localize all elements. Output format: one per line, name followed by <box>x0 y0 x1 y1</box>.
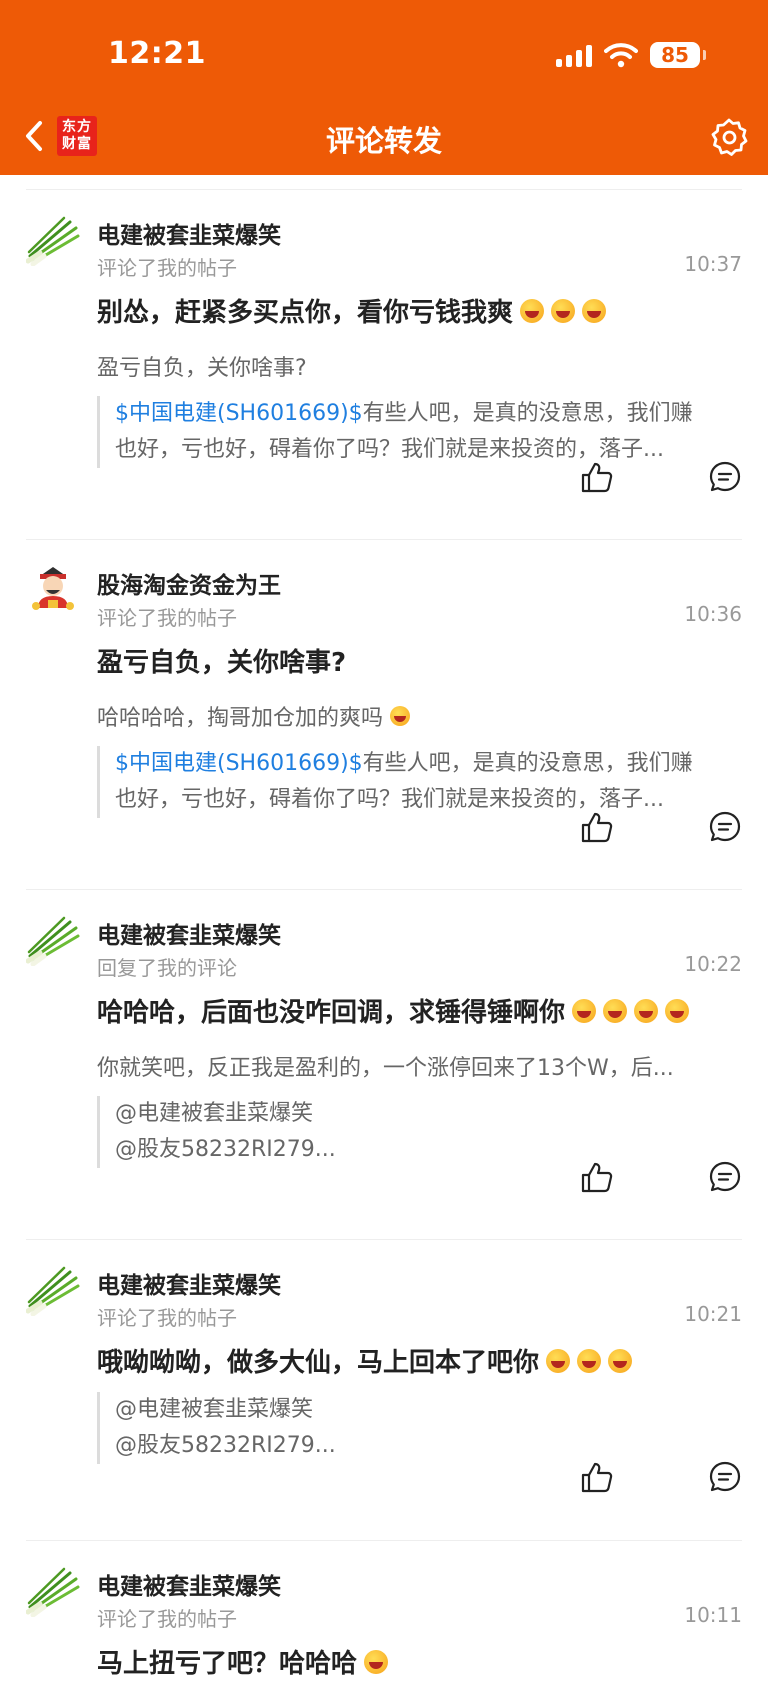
laughing-emoji-icon <box>364 1649 389 1674</box>
action-text: 评论了我的帖子 <box>97 1607 237 1631</box>
comment-text[interactable]: 盈亏自负，关你啥事? <box>97 642 346 679</box>
avatar[interactable] <box>26 1262 80 1316</box>
comment-text[interactable]: 哈哈哈，后面也没咋回调，求锤得锤啊你 <box>97 992 690 1029</box>
action-text: 评论了我的帖子 <box>97 606 237 630</box>
timestamp: 10:37 <box>684 252 742 276</box>
quoted-comment[interactable]: @电建被套韭菜爆笑 @股友58232RI279... <box>97 1392 742 1464</box>
page-title: 评论转发 <box>325 124 442 158</box>
username[interactable]: 电建被套韭菜爆笑 <box>97 916 281 950</box>
comment-text[interactable]: 哦呦呦呦，做多大仙，马上回本了吧你 <box>97 1342 633 1379</box>
crying-laughing-emoji-icon <box>665 998 690 1023</box>
stock-link[interactable]: $中国电建(SH601669)$ <box>115 401 363 426</box>
timestamp: 10:21 <box>684 1302 742 1326</box>
action-text: 评论了我的帖子 <box>97 1306 237 1330</box>
notification-feed: 电建被套韭菜爆笑 评论了我的帖子 10:37 别怂，赶紧多买点你，看你亏钱我爽 … <box>0 175 768 1701</box>
status-icons: 85 <box>556 40 706 70</box>
laughing-emoji-icon <box>520 298 545 323</box>
notification-item[interactable]: 股海淘金资金为王 评论了我的帖子 10:36 盈亏自负，关你啥事? 哈哈哈哈，掏… <box>26 540 742 890</box>
avatar[interactable] <box>26 1563 80 1617</box>
parent-comment-text: 你就笑吧，反正我是盈利的，一个涨停回来了13个W，后... <box>97 1056 674 1081</box>
quoted-post[interactable]: $中国电建(SH601669)$有些人吧，是真的没意思，我们赚 也好，亏也好，碍… <box>97 396 742 468</box>
thumbs-up-icon[interactable] <box>580 460 614 494</box>
comment-bubble-icon[interactable] <box>708 460 742 494</box>
wifi-icon <box>604 43 638 68</box>
battery-indicator: 85 <box>650 42 706 68</box>
timestamp: 10:36 <box>684 602 742 626</box>
username[interactable]: 股海淘金资金为王 <box>97 566 281 600</box>
timestamp: 10:22 <box>684 952 742 976</box>
notification-item[interactable]: 电建被套韭菜爆笑 回复了我的评论 10:22 哈哈哈，后面也没咋回调，求锤得锤啊… <box>26 890 742 1240</box>
notification-item[interactable]: 电建被套韭菜爆笑 评论了我的帖子 10:11 马上扭亏了吧？哈哈哈 <box>26 1541 742 1701</box>
notification-item[interactable]: 电建被套韭菜爆笑 评论了我的帖子 10:37 别怂，赶紧多买点你，看你亏钱我爽 … <box>26 190 742 540</box>
quoted-comment[interactable]: @电建被套韭菜爆笑 @股友58232RI279... <box>97 1096 742 1168</box>
thumbs-up-icon[interactable] <box>580 1160 614 1194</box>
status-time: 12:21 <box>108 36 206 71</box>
thumbs-up-icon[interactable] <box>580 1460 614 1494</box>
laughing-emoji-icon <box>551 298 576 323</box>
app-header: 12:21 85 东方 财富 评论转发 <box>0 0 768 175</box>
action-text: 评论了我的帖子 <box>97 256 237 280</box>
settings-gear-icon[interactable] <box>709 117 749 157</box>
cellular-signal-icon <box>556 43 592 67</box>
stock-link[interactable]: $中国电建(SH601669)$ <box>115 751 363 776</box>
giggling-emoji-icon <box>603 998 628 1023</box>
laughing-emoji-icon <box>546 1348 571 1373</box>
laughing-emoji-icon <box>608 1348 633 1373</box>
parent-comment-text: 哈哈哈哈，掏哥加仓加的爽吗 <box>97 700 742 732</box>
giggling-emoji-icon <box>634 998 659 1023</box>
timestamp: 10:11 <box>684 1603 742 1627</box>
notification-item[interactable]: 电建被套韭菜爆笑 评论了我的帖子 10:21 哦呦呦呦，做多大仙，马上回本了吧你… <box>26 1240 742 1541</box>
comment-bubble-icon[interactable] <box>708 1460 742 1494</box>
comment-text[interactable]: 别怂，赶紧多买点你，看你亏钱我爽 <box>97 292 607 329</box>
quoted-post[interactable]: $中国电建(SH601669)$有些人吧，是真的没意思，我们赚 也好，亏也好，碍… <box>97 746 742 818</box>
thumbs-up-icon[interactable] <box>580 810 614 844</box>
action-text: 回复了我的评论 <box>97 956 237 980</box>
username[interactable]: 电建被套韭菜爆笑 <box>97 1567 281 1601</box>
comment-bubble-icon[interactable] <box>708 810 742 844</box>
comment-bubble-icon[interactable] <box>708 1160 742 1194</box>
avatar[interactable] <box>26 562 80 616</box>
username[interactable]: 电建被套韭菜爆笑 <box>97 216 281 250</box>
comment-text[interactable]: 马上扭亏了吧？哈哈哈 <box>97 1643 389 1680</box>
avatar[interactable] <box>26 212 80 266</box>
avatar[interactable] <box>26 912 80 966</box>
laughing-emoji-icon <box>572 998 597 1023</box>
parent-comment-text: 盈亏自负，关你啥事? <box>97 356 307 381</box>
laughing-emoji-icon <box>390 706 411 726</box>
laughing-emoji-icon <box>582 298 607 323</box>
laughing-emoji-icon <box>577 1348 602 1373</box>
username[interactable]: 电建被套韭菜爆笑 <box>97 1266 281 1300</box>
